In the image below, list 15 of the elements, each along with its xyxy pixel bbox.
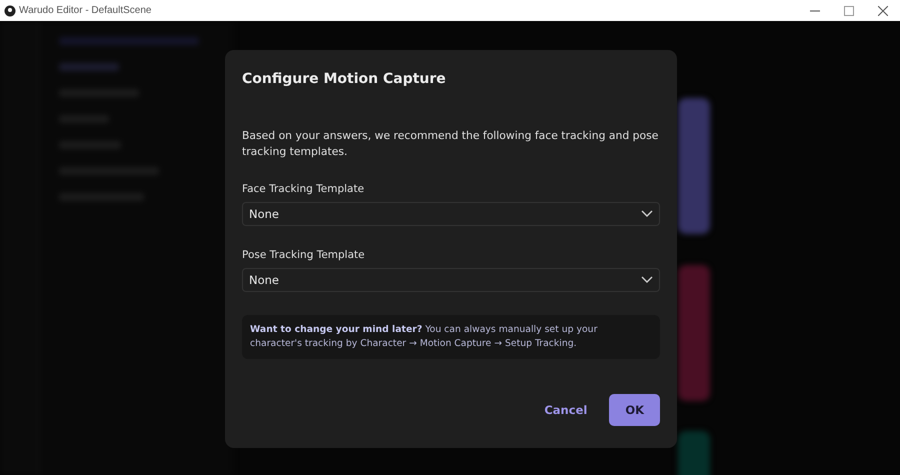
close-icon[interactable] xyxy=(878,6,888,16)
template-dropdown[interactable]: None xyxy=(242,202,660,226)
info-note: Want to change your mind later? You can always manually set up your character's tracking by Character → Motion Capture → Setup Tracking. xyxy=(242,315,660,359)
app-logo-icon xyxy=(4,4,16,16)
maximize-icon[interactable] xyxy=(844,6,854,16)
chevron-down-icon xyxy=(641,276,653,284)
window-title: Warudo Editor - DefaultScene xyxy=(19,5,152,16)
dialog-message: Based on your answers, we recommend the following face tracking and pose tracking templates. xyxy=(242,128,660,160)
field-label: Face Tracking Template xyxy=(242,183,364,195)
ok-button[interactable]: OK xyxy=(609,394,660,426)
chevron-down-icon xyxy=(641,210,653,218)
template-dropdown[interactable]: None xyxy=(242,268,660,292)
cancel-button[interactable]: Cancel xyxy=(544,394,588,426)
dialog-title: Configure Motion Capture xyxy=(242,71,447,87)
field-label: Pose Tracking Template xyxy=(242,249,365,261)
